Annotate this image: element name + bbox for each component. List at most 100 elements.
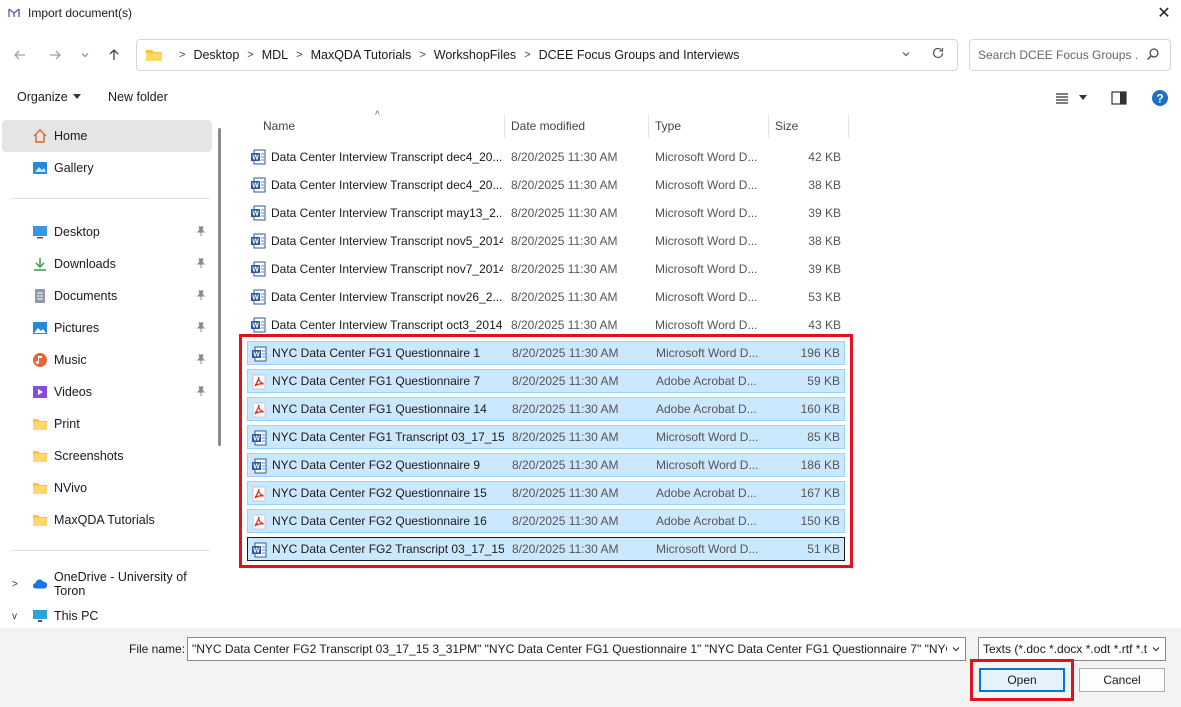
column-header-date[interactable]: Date modified: [511, 112, 585, 140]
file-size: 39 KB: [808, 262, 841, 276]
expand-chevron-icon[interactable]: >: [12, 579, 18, 590]
search-icon[interactable]: [1146, 47, 1160, 61]
sidebar-item-nvivo[interactable]: NVivo: [2, 472, 212, 504]
file-name: NYC Data Center FG1 Questionnaire 1: [272, 346, 481, 360]
chevron-down-icon[interactable]: [1147, 638, 1165, 660]
file-name-value: "NYC Data Center FG2 Transcript 03_17_15…: [192, 642, 966, 656]
pin-icon[interactable]: [196, 354, 206, 367]
title-bar: Import document(s) ✕: [0, 0, 1181, 26]
column-header-type[interactable]: Type: [655, 112, 681, 140]
search-box[interactable]: [969, 39, 1171, 71]
view-list-icon[interactable]: [1055, 92, 1069, 104]
home-icon: [32, 128, 48, 144]
sidebar-item-desktop[interactable]: Desktop: [2, 216, 212, 248]
breadcrumb-desktop[interactable]: Desktop: [193, 48, 239, 62]
breadcrumb: > Desktop > MDL > MaxQDA Tutorials > Wor…: [171, 48, 739, 62]
sidebar-item-this-pc[interactable]: v This PC: [2, 600, 212, 626]
file-date: 8/20/2025 11:30 AM: [511, 150, 618, 164]
file-row[interactable]: W Data Center Interview Transcript may13_…: [247, 201, 845, 225]
preview-pane-icon[interactable]: [1111, 91, 1127, 105]
sidebar-item-documents[interactable]: Documents: [2, 280, 212, 312]
up-arrow-icon[interactable]: [103, 44, 125, 66]
breadcrumb-dcee-focus-groups[interactable]: DCEE Focus Groups and Interviews: [539, 48, 740, 62]
file-row[interactable]: NYC Data Center FG2 Questionnaire 16 8/20…: [247, 509, 845, 533]
sidebar-item-onedrive-university-of-toron[interactable]: > OneDrive - University of Toron: [2, 568, 212, 600]
pin-icon[interactable]: [196, 386, 206, 399]
pin-icon[interactable]: [196, 226, 206, 239]
sidebar-item-gallery[interactable]: Gallery: [2, 152, 212, 184]
music-icon: [32, 352, 48, 368]
file-row[interactable]: NYC Data Center FG1 Questionnaire 7 8/20/…: [247, 369, 845, 393]
pin-icon[interactable]: [196, 290, 206, 303]
chevron-right-icon[interactable]: >: [296, 49, 302, 61]
file-type: Adobe Acrobat D...: [656, 374, 757, 388]
sidebar-item-pictures[interactable]: Pictures: [2, 312, 212, 344]
view-options-caret-icon[interactable]: [1079, 95, 1087, 101]
organize-menu-button[interactable]: Organize: [17, 90, 81, 104]
navigation-bar: > Desktop > MDL > MaxQDA Tutorials > Wor…: [0, 36, 1181, 74]
collapse-chevron-icon[interactable]: v: [12, 611, 17, 622]
chevron-right-icon[interactable]: >: [419, 49, 425, 61]
sidebar-divider: [10, 198, 210, 199]
file-name-input[interactable]: "NYC Data Center FG2 Transcript 03_17_15…: [187, 637, 966, 661]
help-icon[interactable]: ?: [1151, 89, 1169, 107]
file-size: 186 KB: [800, 458, 840, 472]
sidebar-item-home[interactable]: Home: [2, 120, 212, 152]
breadcrumb-maxqda-tutorials[interactable]: MaxQDA Tutorials: [311, 48, 412, 62]
column-divider[interactable]: [848, 114, 849, 138]
pin-icon[interactable]: [196, 258, 206, 271]
address-history-chevron-icon[interactable]: [901, 48, 911, 62]
column-header-size[interactable]: Size: [775, 112, 798, 140]
new-folder-button[interactable]: New folder: [108, 90, 168, 104]
file-type: Adobe Acrobat D...: [656, 514, 757, 528]
sidebar-item-maxqda-tutorials[interactable]: MaxQDA Tutorials: [2, 504, 212, 536]
file-type: Microsoft Word D...: [655, 234, 758, 248]
file-row[interactable]: W Data Center Interview Transcript nov26_…: [247, 285, 845, 309]
breadcrumb-mdl[interactable]: MDL: [262, 48, 288, 62]
file-row[interactable]: W Data Center Interview Transcript dec4_2…: [247, 173, 845, 197]
cancel-button[interactable]: Cancel: [1079, 668, 1165, 692]
file-row[interactable]: NYC Data Center FG1 Questionnaire 14 8/20…: [247, 397, 845, 421]
column-header-name[interactable]: Name: [263, 112, 295, 140]
file-row[interactable]: W NYC Data Center FG1 Questionnaire 1 8/20…: [247, 341, 845, 365]
sidebar-item-label: Music: [54, 353, 87, 367]
file-type-select[interactable]: Texts (*.doc *.docx *.odt *.rtf *.t: [978, 637, 1166, 661]
file-size: 38 KB: [808, 234, 841, 248]
column-divider[interactable]: [648, 114, 649, 138]
file-row[interactable]: NYC Data Center FG2 Questionnaire 15 8/20…: [247, 481, 845, 505]
chevron-down-icon[interactable]: [947, 638, 965, 660]
column-divider[interactable]: [768, 114, 769, 138]
file-row[interactable]: W NYC Data Center FG2 Transcript 03_17_15…: [247, 537, 845, 561]
sidebar-item-screenshots[interactable]: Screenshots: [2, 440, 212, 472]
open-button[interactable]: Open: [979, 668, 1065, 692]
gallery-icon: [32, 160, 48, 176]
file-row[interactable]: W Data Center Interview Transcript oct3_2…: [247, 313, 845, 337]
file-row[interactable]: W Data Center Interview Transcript nov5_2…: [247, 229, 845, 253]
back-arrow-icon[interactable]: [9, 44, 31, 66]
sidebar-item-downloads[interactable]: Downloads: [2, 248, 212, 280]
file-size: 51 KB: [807, 542, 840, 556]
file-row[interactable]: W NYC Data Center FG2 Questionnaire 9 8/20…: [247, 453, 845, 477]
refresh-icon[interactable]: [931, 46, 945, 64]
file-size: 53 KB: [808, 290, 841, 304]
sidebar-item-print[interactable]: Print: [2, 408, 212, 440]
pin-icon[interactable]: [196, 322, 206, 335]
file-name: NYC Data Center FG2 Questionnaire 16: [272, 514, 487, 528]
chevron-right-icon[interactable]: >: [247, 49, 253, 61]
breadcrumb-workshopfiles[interactable]: WorkshopFiles: [434, 48, 516, 62]
forward-arrow-icon[interactable]: [44, 44, 66, 66]
file-row[interactable]: W Data Center Interview Transcript dec4_2…: [247, 145, 845, 169]
file-row[interactable]: W NYC Data Center FG1 Transcript 03_17_15…: [247, 425, 845, 449]
file-row[interactable]: W Data Center Interview Transcript nov7_2…: [247, 257, 845, 281]
word-file-icon: W: [250, 233, 266, 249]
recent-locations-chevron-icon[interactable]: [74, 44, 96, 66]
close-icon[interactable]: ✕: [1155, 4, 1173, 22]
sidebar-scrollbar[interactable]: [218, 128, 221, 446]
address-bar[interactable]: > Desktop > MDL > MaxQDA Tutorials > Wor…: [136, 39, 958, 71]
sidebar-item-label: Downloads: [54, 257, 116, 271]
sidebar-item-videos[interactable]: Videos: [2, 376, 212, 408]
search-input[interactable]: [978, 48, 1138, 62]
sidebar-item-music[interactable]: Music: [2, 344, 212, 376]
chevron-right-icon[interactable]: >: [524, 49, 530, 61]
column-divider[interactable]: [504, 114, 505, 138]
